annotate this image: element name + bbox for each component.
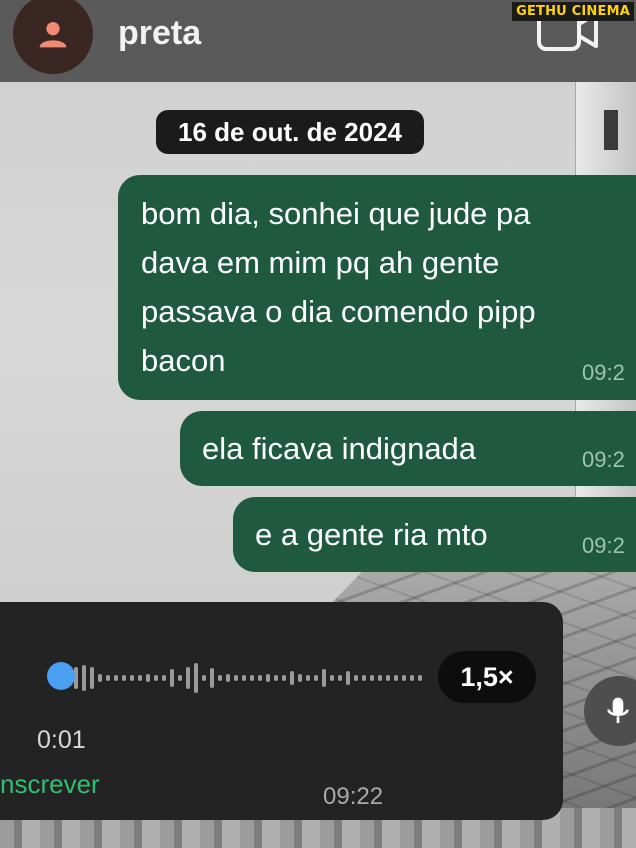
outgoing-message[interactable]: e a gente ria mto 09:2 — [233, 497, 636, 572]
waveform-bar — [202, 675, 206, 681]
waveform-bar — [186, 667, 190, 689]
chat-header: preta GETHU CINEMA — [0, 0, 636, 82]
message-time: 09:2 — [582, 360, 625, 385]
microphone-icon — [607, 697, 629, 723]
waveform-bar — [170, 669, 174, 687]
waveform-bar — [266, 674, 270, 682]
waveform-bar — [234, 675, 238, 681]
playback-speed-button[interactable]: 1,5× — [438, 651, 536, 703]
audio-waveform[interactable] — [66, 658, 422, 698]
waveform-bar — [386, 675, 390, 681]
waveform-bar — [290, 671, 294, 685]
waveform-bar — [338, 675, 342, 681]
waveform-bar — [178, 675, 182, 681]
watermark-logo: GETHU CINEMA — [512, 2, 634, 21]
message-text: bom dia, sonhei que jude pa dava em mim … — [141, 196, 536, 378]
waveform-bar — [402, 675, 406, 681]
waveform-bar — [410, 675, 414, 681]
waveform-bar — [346, 671, 350, 685]
outgoing-message[interactable]: bom dia, sonhei que jude pa dava em mim … — [118, 175, 636, 400]
waveform-bar — [138, 675, 142, 681]
message-time: 09:2 — [582, 447, 625, 472]
waveform-bar — [314, 675, 318, 681]
message-time: 09:2 — [582, 533, 625, 558]
waveform-bar — [146, 674, 150, 682]
waveform-bar — [250, 675, 254, 681]
contact-name[interactable]: preta — [118, 14, 201, 53]
waveform-bar — [114, 675, 118, 681]
waveform-bar — [154, 675, 158, 681]
waveform-bar — [298, 674, 302, 682]
date-separator: 16 de out. de 2024 — [156, 110, 424, 154]
waveform-bar — [218, 675, 222, 681]
transcribe-link[interactable]: nscrever — [0, 769, 100, 800]
waveform-bar — [106, 675, 110, 681]
message-text: ela ficava indignada — [202, 431, 477, 466]
waveform-bar — [306, 675, 310, 681]
waveform-bar — [162, 675, 166, 681]
waveform-bar — [282, 675, 286, 681]
waveform-bar — [378, 675, 382, 681]
waveform-bar — [122, 675, 126, 681]
audio-message-time: 09:22 — [323, 783, 384, 810]
waveform-bar — [90, 667, 94, 689]
waveform-bar — [370, 675, 374, 681]
avatar[interactable] — [13, 0, 93, 74]
waveform-bar — [258, 675, 262, 681]
waveform-bar — [210, 668, 214, 688]
waveform-bar — [98, 674, 102, 682]
waveform-bar — [418, 675, 422, 681]
waveform-bar — [274, 675, 278, 681]
message-text: e a gente ria mto — [255, 517, 488, 552]
waveform-bar — [82, 665, 86, 691]
waveform-bar — [226, 674, 230, 682]
waveform-bar — [242, 675, 246, 681]
waveform-bar — [330, 675, 334, 681]
playback-progress-knob[interactable] — [47, 662, 75, 690]
waveform-bar — [194, 663, 198, 693]
outgoing-message[interactable]: ela ficava indignada 09:2 — [180, 411, 636, 486]
waveform-bar — [354, 675, 358, 681]
waveform-bar — [394, 675, 398, 681]
person-icon — [39, 22, 67, 48]
waveform-bar — [322, 669, 326, 687]
waveform-bar — [130, 675, 134, 681]
audio-elapsed-time: 0:01 — [37, 726, 86, 754]
waveform-bar — [362, 675, 366, 681]
